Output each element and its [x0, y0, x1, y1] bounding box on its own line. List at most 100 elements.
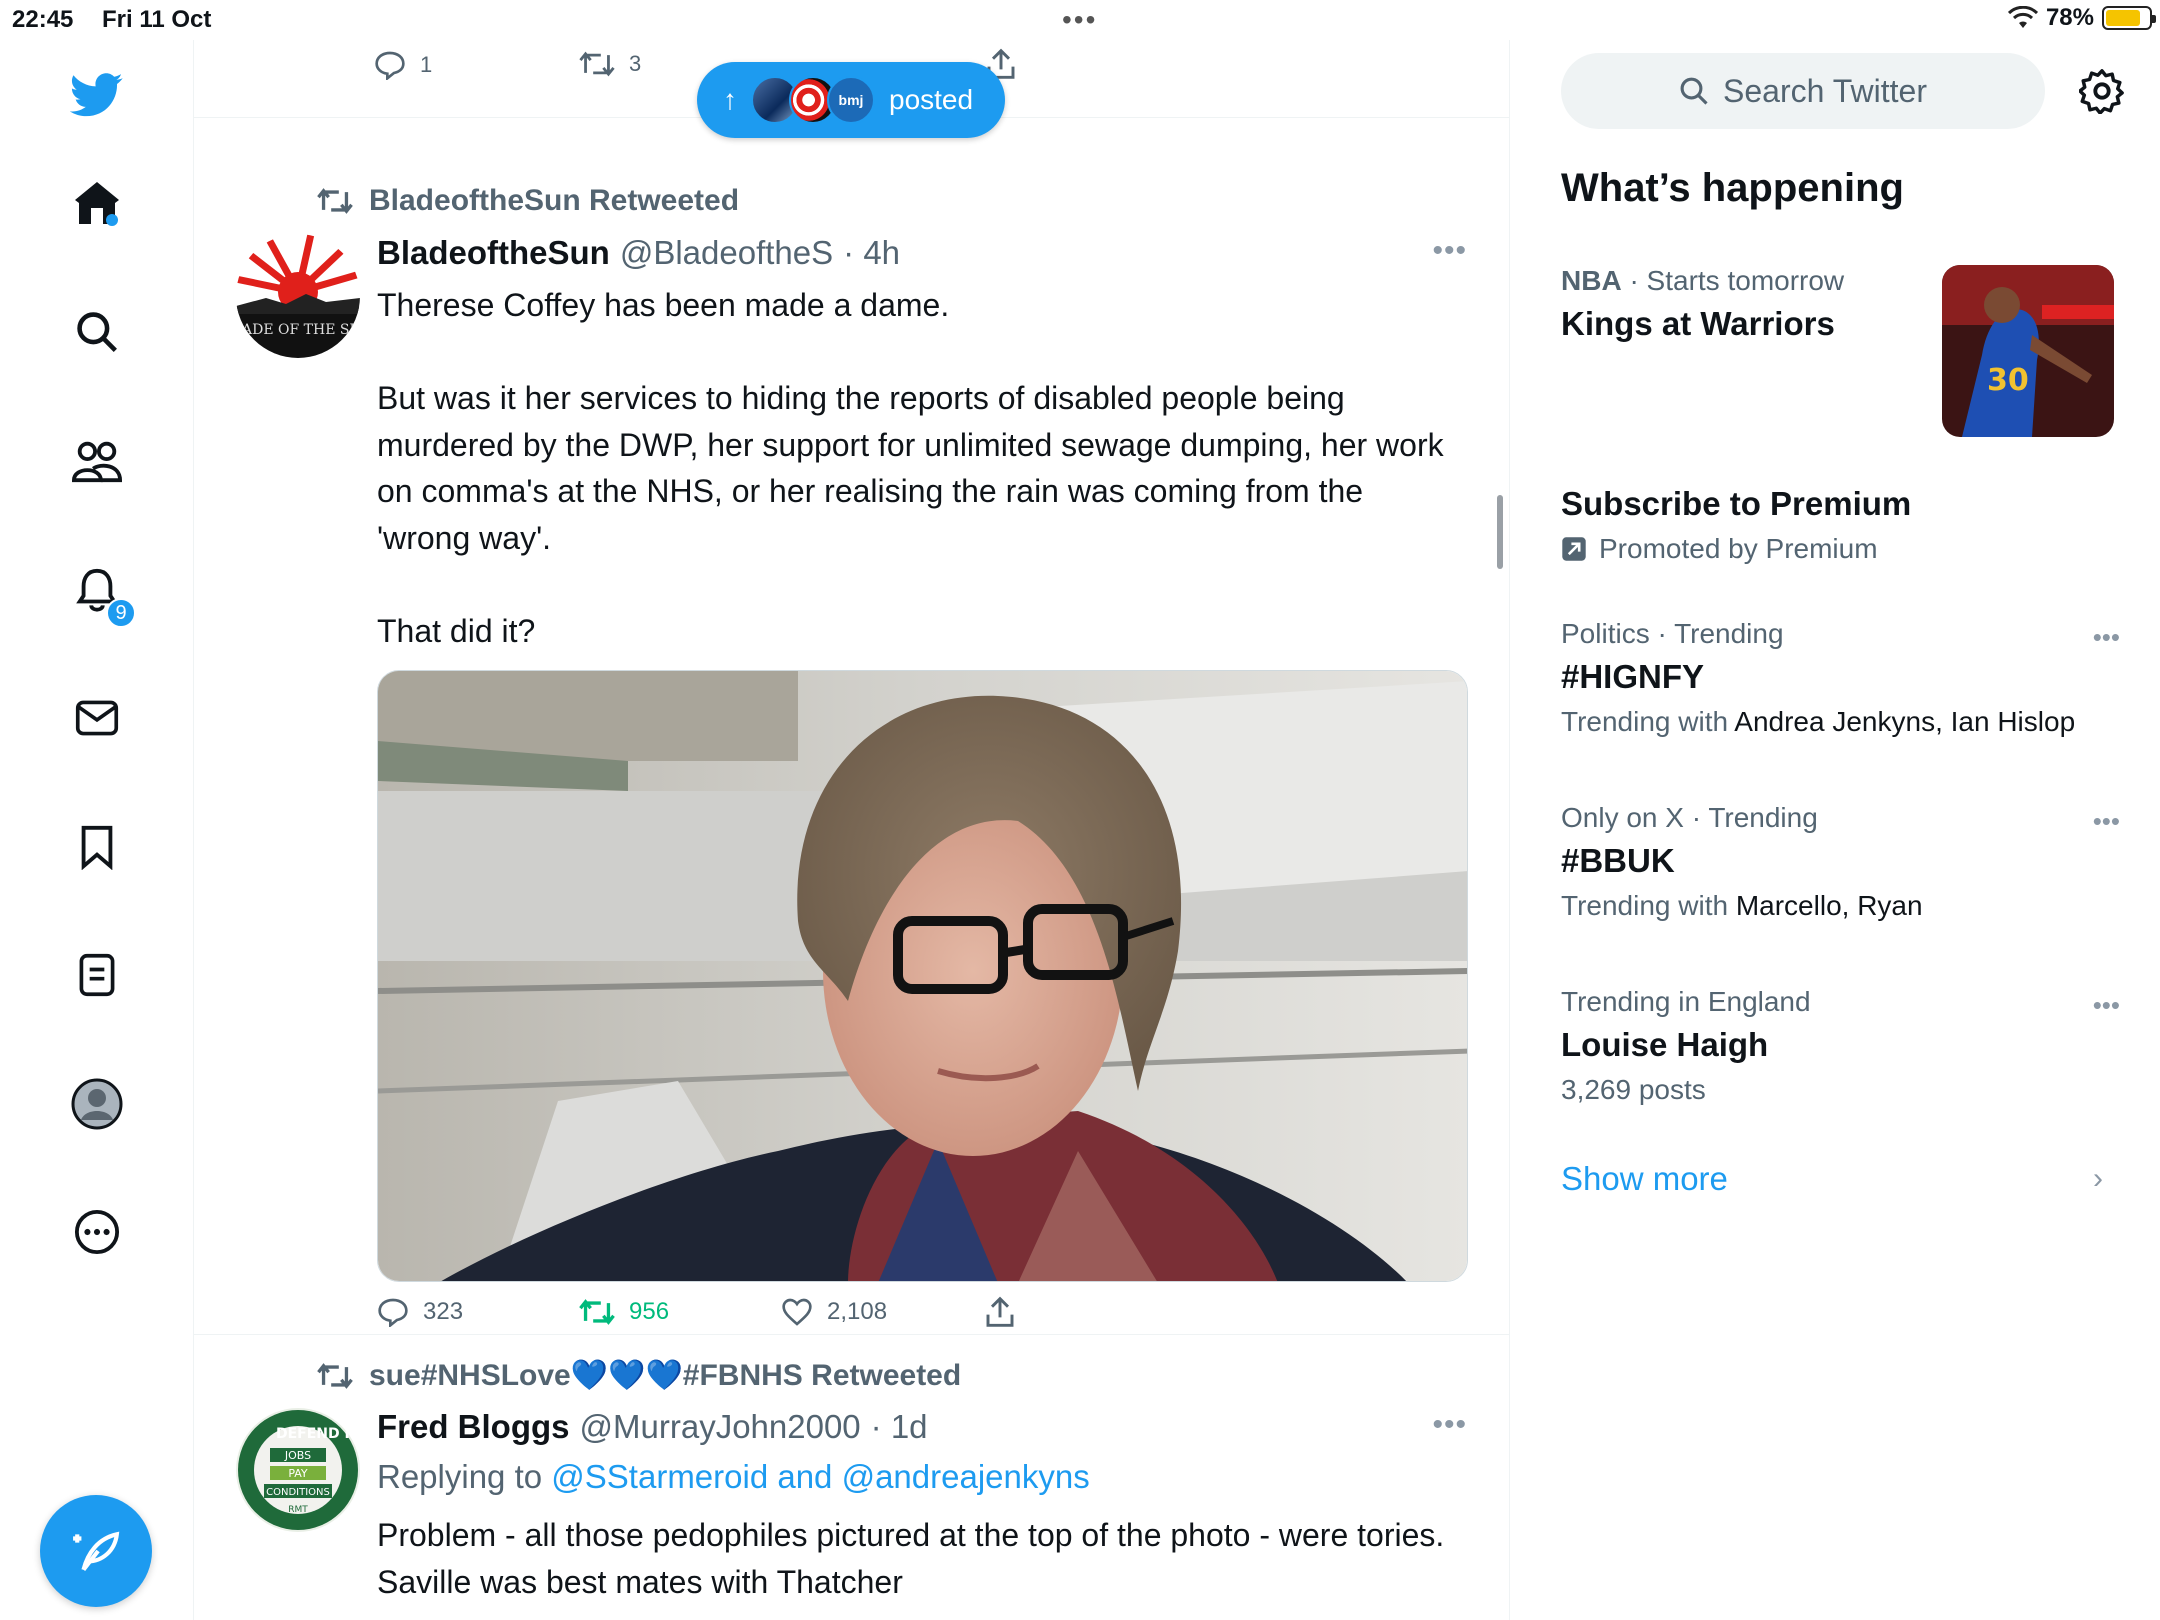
trend-item[interactable]: Only on X · Trending #BBUK Trending with… [1561, 802, 2121, 922]
compose-tweet-button[interactable] [40, 1495, 152, 1607]
search-icon [1680, 77, 1708, 105]
trend-more-icon[interactable]: ••• [2093, 990, 2120, 1021]
avatar-line: PAY [288, 1467, 308, 1480]
author-name[interactable]: BladeoftheSun [377, 234, 610, 272]
trend-context: Trending in England [1561, 986, 1811, 1017]
trend-context: Politics · Trending [1561, 618, 1784, 649]
retweet-icon [579, 1299, 615, 1325]
avatar-line: RMT [288, 1505, 308, 1515]
wifi-icon [2007, 6, 2038, 28]
prev-retweet-button[interactable]: 3 [579, 50, 641, 78]
trend-sub-prefix: Trending with [1561, 706, 1735, 737]
status-right: 78% [2007, 4, 2156, 32]
author-name[interactable]: Fred Bloggs [377, 1408, 570, 1446]
trend-more-icon[interactable]: ••• [2093, 622, 2120, 653]
scrollbar-thumb[interactable] [1497, 495, 1503, 569]
retweeted-by-text[interactable]: BladeoftheSun Retweeted [369, 184, 739, 218]
tweet-time[interactable]: · 1d [871, 1408, 928, 1446]
trend-title: #BBUK [1561, 842, 1675, 879]
tweet[interactable]: sue#NHSLove💙💙💙#FBNHS Retweeted DEFEND Ra… [194, 1334, 1509, 1620]
retweet-icon [317, 188, 353, 214]
jersey-number: 30 [1987, 363, 2029, 398]
home-unread-dot [106, 214, 118, 226]
reply-button[interactable]: 323 [377, 1296, 579, 1328]
trend-title: Subscribe to Premium [1561, 485, 1912, 522]
trend-context-rest: · Starts tomorrow [1621, 265, 1845, 296]
status-date: Fri 11 Oct [102, 6, 212, 33]
retweeted-by-text[interactable]: sue#NHSLove💙💙💙#FBNHS Retweeted [369, 1358, 961, 1393]
author-avatar[interactable]: DEFEND Rail JOBS PAY CONDITIONS RMT [236, 1408, 360, 1532]
search-placeholder: Search Twitter [1723, 72, 1927, 109]
author-handle[interactable]: @MurrayJohn2000 [580, 1408, 861, 1446]
tweet-photo[interactable] [377, 670, 1468, 1282]
avatar-line: CONDITIONS [266, 1487, 330, 1498]
reply-count: 323 [423, 1298, 464, 1325]
trend-item[interactable]: Trending in England Louise Haigh 3,269 p… [1561, 986, 2121, 1106]
promoted-line: Promoted by Premium [1561, 533, 2121, 565]
twitter-logo-icon[interactable] [62, 60, 132, 130]
messages-envelope-icon[interactable] [62, 683, 132, 753]
search-input[interactable]: Search Twitter [1561, 53, 2045, 129]
compose-feather-icon [73, 1531, 120, 1572]
retweet-icon [317, 1362, 353, 1389]
tweet[interactable]: BladeoftheSun Retweeted BLADE OF THE SUN… [194, 118, 1509, 1373]
replying-to-prefix: Replying to [377, 1458, 543, 1495]
new-posts-avatars: bmj [751, 76, 875, 124]
avatar-text: BLADE OF THE SUN [236, 322, 360, 338]
prev-reply-button[interactable]: 1 [374, 50, 432, 80]
settings-gear-icon[interactable] [2078, 68, 2125, 115]
notifications-badge: 9 [106, 598, 136, 628]
trend-thumbnail[interactable]: 30 [1942, 265, 2114, 437]
tweet-actions: 323 956 2,108 [377, 1296, 1015, 1328]
trend-subtitle: Trending with Andrea Jenkyns, Ian Hislop [1561, 706, 2121, 738]
multitasking-dots-icon[interactable]: ••• [1062, 4, 1097, 36]
tweet-text-p3: That did it? [377, 612, 536, 649]
trend-item[interactable]: Politics · Trending #HIGNFY Trending wit… [1561, 618, 2121, 738]
replying-to: Replying to @SStarmeroid and @andreajenk… [377, 1458, 1090, 1496]
share-icon [986, 1296, 1014, 1327]
bookmarks-icon[interactable] [62, 812, 132, 882]
prev-retweet-count: 3 [629, 51, 642, 76]
promoted-icon [1562, 537, 1586, 561]
tweet-time[interactable]: · 4h [843, 234, 900, 272]
promoted-trend-item[interactable]: Subscribe to Premium Promoted by Premium [1561, 485, 2121, 565]
profile-avatar-icon[interactable] [62, 1069, 132, 1139]
battery-icon [2102, 6, 2156, 30]
tweet-header: Fred Bloggs @MurrayJohn2000 · 1d [377, 1408, 928, 1446]
avatar-line: JOBS [284, 1449, 311, 1462]
like-button[interactable]: 2,108 [781, 1296, 985, 1328]
lists-icon[interactable] [62, 940, 132, 1010]
reply-icon [375, 51, 405, 80]
trend-context: Only on X · Trending [1561, 802, 1818, 833]
communities-icon[interactable] [62, 426, 132, 496]
retweet-button[interactable]: 956 [579, 1296, 781, 1328]
tweet-text-p1: Therese Coffey has been made a dame. [377, 287, 950, 323]
tweet-more-icon[interactable]: ••• [1432, 1408, 1467, 1442]
reply-icon [378, 1298, 408, 1327]
timeline: 1 3 ↑ bmj posted BladeoftheSun Retweeted [193, 40, 1510, 1620]
retweet-icon [579, 51, 615, 77]
trend-subtitle: Trending with Marcello, Ryan [1561, 890, 2121, 922]
more-options-icon[interactable] [62, 1197, 132, 1267]
author-handle[interactable]: @BladeoftheS [620, 234, 833, 272]
left-nav: 9 [0, 40, 193, 1620]
status-bar: 22:45 Fri 11 Oct ••• 78% [0, 0, 2160, 40]
show-more-link[interactable]: Show more [1561, 1160, 1728, 1198]
prev-reply-count: 1 [420, 52, 433, 77]
tweet-more-icon[interactable]: ••• [1432, 234, 1467, 268]
new-posts-pill[interactable]: ↑ bmj posted [697, 62, 1005, 138]
home-icon[interactable] [62, 168, 132, 238]
replying-to-handles[interactable]: @SStarmeroid and @andreajenkyns [551, 1458, 1089, 1495]
arrow-up-icon: ↑ [723, 84, 737, 115]
trend-sub-prefix: Trending with [1561, 890, 1736, 921]
battery-percent: 78% [2045, 4, 2094, 31]
pill-avatar-bmj: bmj [827, 76, 875, 124]
trend-more-icon[interactable]: ••• [2093, 806, 2120, 837]
new-posts-label: posted [889, 84, 974, 115]
share-button[interactable] [985, 1296, 1015, 1328]
tweet-header: BladeoftheSun @BladeoftheS · 4h [377, 234, 900, 272]
trend-sub-names: Andrea Jenkyns, Ian Hislop [1734, 706, 2076, 737]
explore-search-icon[interactable] [62, 297, 132, 367]
author-avatar[interactable]: BLADE OF THE SUN [236, 234, 360, 358]
heart-icon [782, 1298, 812, 1326]
